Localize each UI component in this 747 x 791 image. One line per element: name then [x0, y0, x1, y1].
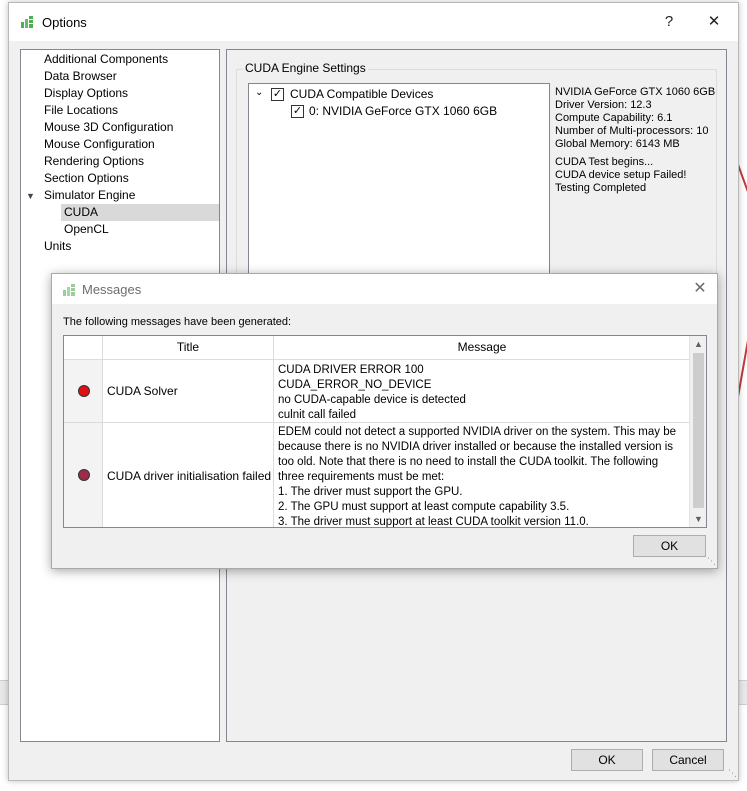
message-line: CUDA_ERROR_NO_DEVICE: [278, 379, 432, 391]
tree-item-file-locations[interactable]: File Locations: [44, 102, 118, 119]
message-line: 2. The GPU must support at least compute…: [278, 501, 570, 513]
resize-grip-icon[interactable]: ⋱: [728, 768, 737, 779]
help-button[interactable]: ?: [655, 11, 683, 33]
cancel-button[interactable]: Cancel: [652, 749, 724, 771]
messages-title-bar[interactable]: Messages ✕: [52, 274, 717, 304]
messages-scrollbar[interactable]: ▲ ▼: [689, 336, 706, 527]
compute-capability: Compute Capability: 6.1: [555, 112, 673, 124]
ok-button[interactable]: OK: [571, 749, 643, 771]
tree-item-additional-components[interactable]: Additional Components: [44, 51, 168, 68]
scroll-down-icon[interactable]: ▼: [690, 511, 706, 527]
scroll-up-icon[interactable]: ▲: [690, 336, 706, 352]
test-log-line: CUDA Test begins...: [555, 156, 654, 168]
row-title: CUDA driver initialisation failed: [107, 469, 272, 483]
message-line: 3. The driver must support at least CUDA…: [278, 516, 589, 528]
multiprocessor-count: Number of Multi-processors: 10: [555, 125, 709, 137]
message-line: no CUDA-capable device is detected: [278, 394, 466, 406]
chevron-down-icon[interactable]: ▼: [26, 191, 35, 201]
message-line: 1. The driver must support the GPU.: [278, 486, 463, 498]
message-line: three requirements must be met:: [278, 471, 445, 483]
chevron-down-icon[interactable]: ⌄: [255, 87, 263, 98]
tree-item-data-browser[interactable]: Data Browser: [44, 68, 117, 85]
global-memory: Global Memory: 6143 MB: [555, 138, 680, 150]
message-line: too old. Note that there is no need to i…: [278, 456, 659, 468]
gpu-name: NVIDIA GeForce GTX 1060 6GB: [555, 86, 716, 98]
resize-grip-icon[interactable]: ⋱: [707, 556, 716, 567]
error-status-icon: [78, 385, 90, 397]
warning-status-icon: [78, 469, 90, 481]
tree-item-rendering-options[interactable]: Rendering Options: [44, 153, 144, 170]
test-log-line: CUDA device setup Failed!: [555, 169, 687, 181]
messages-ok-button[interactable]: OK: [633, 535, 706, 557]
device-tree: ⌄ ✓ CUDA Compatible Devices ✓ 0: NVIDIA …: [248, 83, 550, 283]
messages-table: Title Message CUDA Solver CUDA DRIVER ER…: [63, 335, 707, 528]
group-title: CUDA Engine Settings: [243, 61, 368, 75]
table-row[interactable]: CUDA driver initialisation failed EDEM c…: [64, 422, 690, 528]
compatible-devices-label: CUDA Compatible Devices: [290, 87, 434, 101]
title-bar[interactable]: Options ? ✕: [9, 3, 738, 41]
message-line: CUDA DRIVER ERROR 100: [278, 364, 424, 376]
checkbox-device-0[interactable]: ✓: [291, 105, 304, 118]
column-header-title[interactable]: Title: [103, 336, 274, 359]
row-icon-cell: [64, 423, 103, 527]
tree-item-section-options[interactable]: Section Options: [44, 170, 129, 187]
table-row[interactable]: CUDA Solver CUDA DRIVER ERROR 100 CUDA_E…: [64, 359, 690, 422]
close-icon[interactable]: ✕: [691, 278, 709, 298]
test-log-line: Testing Completed: [555, 182, 647, 194]
column-header-message[interactable]: Message: [274, 336, 690, 359]
message-line: EDEM could not detect a supported NVIDIA…: [278, 426, 677, 438]
tree-item-mouse-configuration[interactable]: Mouse Configuration: [44, 136, 155, 153]
tree-item-cuda[interactable]: CUDA: [61, 204, 219, 221]
message-line: culnit call failed: [278, 409, 356, 421]
app-logo-icon: [63, 284, 75, 296]
message-line: because there is no NVIDIA driver instal…: [278, 441, 674, 453]
checkbox-compatible-devices[interactable]: ✓: [271, 88, 284, 101]
row-icon-cell: [64, 360, 103, 422]
tree-item-opencl[interactable]: OpenCL: [64, 221, 109, 238]
scroll-thumb[interactable]: [693, 353, 704, 508]
driver-version: Driver Version: 12.3: [555, 99, 652, 111]
device-0-label: 0: NVIDIA GeForce GTX 1060 6GB: [309, 104, 498, 118]
tree-item-units[interactable]: Units: [44, 238, 71, 255]
messages-title: Messages: [82, 282, 142, 297]
messages-intro: The following messages have been generat…: [63, 316, 292, 328]
tree-item-simulator-engine[interactable]: Simulator Engine: [44, 187, 135, 204]
tree-item-mouse-3d-configuration[interactable]: Mouse 3D Configuration: [44, 119, 173, 136]
row-title: CUDA Solver: [107, 384, 178, 398]
messages-dialog: Messages ✕ The following messages have b…: [51, 273, 718, 569]
window-title: Options: [42, 15, 87, 30]
close-button[interactable]: ✕: [700, 11, 728, 33]
tree-item-display-options[interactable]: Display Options: [44, 85, 128, 102]
column-header-icon: [64, 336, 103, 359]
app-logo-icon: [21, 16, 33, 28]
